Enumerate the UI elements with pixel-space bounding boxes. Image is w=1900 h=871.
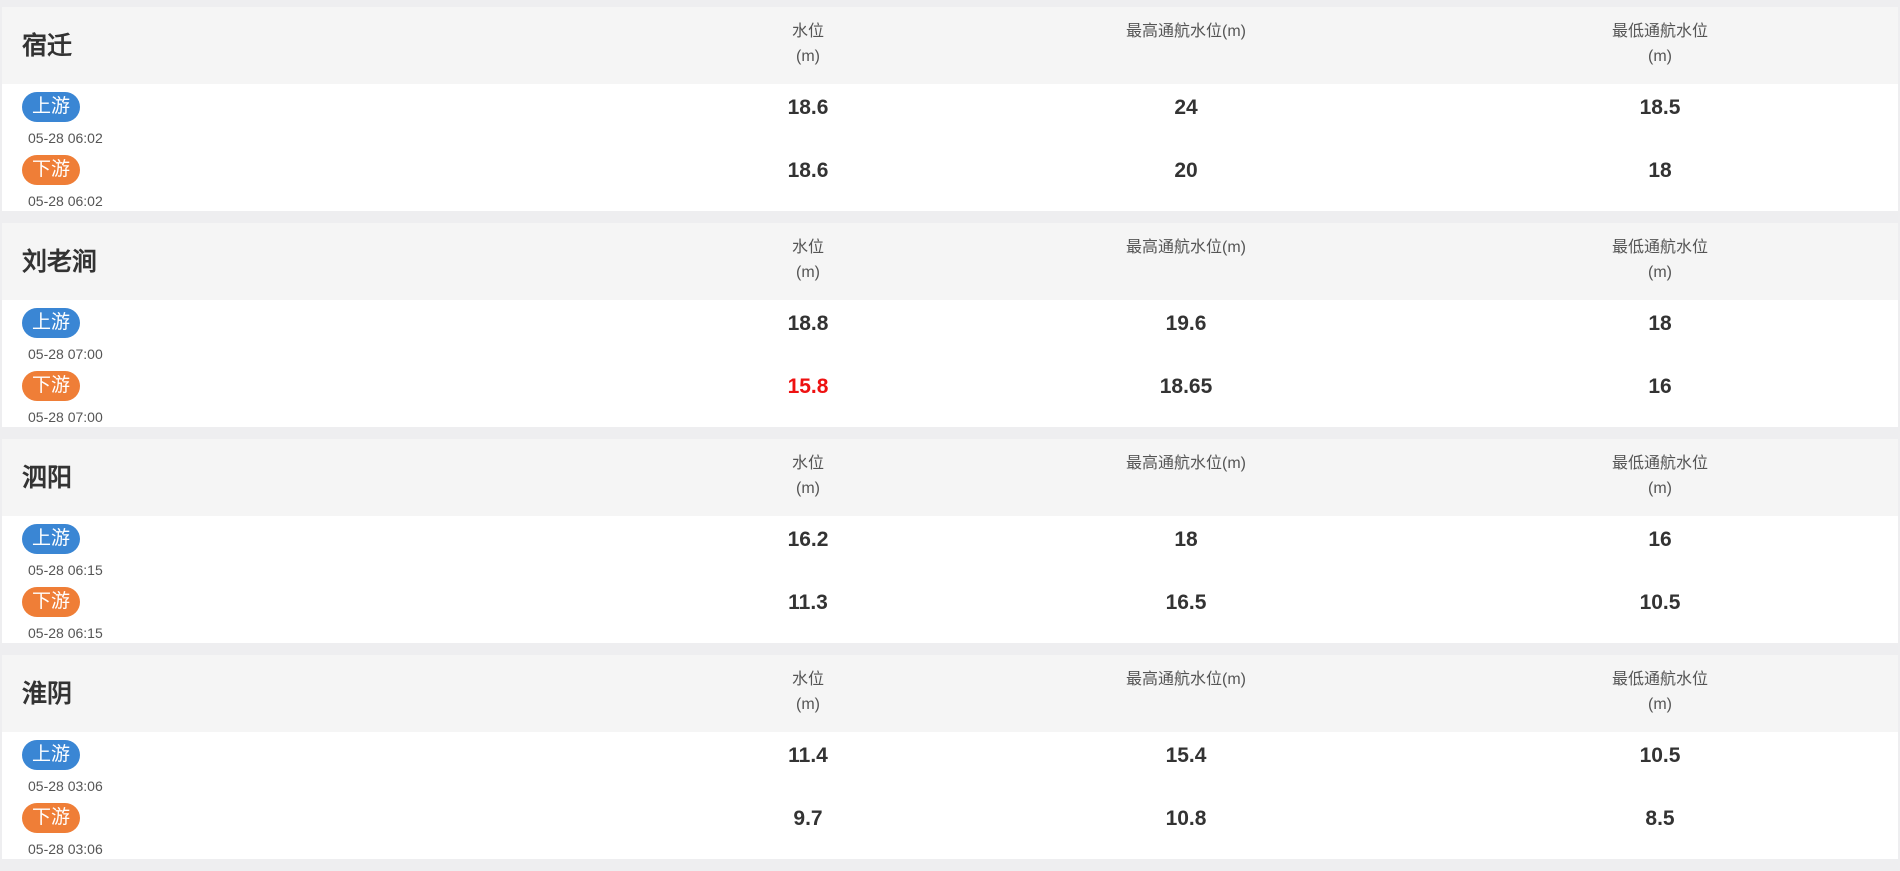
upstream-max-navigable-level: 15.4 — [1165, 744, 1207, 767]
upstream-min-navigable-level: 10.5 — [1639, 744, 1681, 767]
downstream-timestamp: 05-28 06:15 — [28, 625, 103, 641]
downstream-max-navigable-level: 18.65 — [1159, 375, 1213, 398]
upstream-timestamp: 05-28 03:06 — [28, 778, 103, 794]
upstream-water-level: 16.2 — [787, 528, 829, 551]
downstream-water-level: 15.8 — [787, 375, 829, 398]
min-navigable-header-text: 最低通航水位 — [1611, 455, 1709, 472]
downstream-row: 下游 05-28 07:00 15.8 18.65 16 — [2, 371, 1898, 431]
downstream-min-navigable-level: 18 — [1648, 159, 1672, 182]
downstream-badge: 下游 — [22, 155, 80, 185]
water-level-header-unit: (m) — [796, 264, 820, 281]
upstream-max-navigable-level: 18 — [1174, 528, 1198, 551]
downstream-row: 下游 05-28 06:02 18.6 20 18 — [2, 155, 1898, 215]
downstream-timestamp: 05-28 03:06 — [28, 841, 103, 857]
upstream-timestamp: 05-28 06:02 — [28, 130, 103, 146]
min-navigable-header-unit: (m) — [1648, 48, 1672, 65]
upstream-badge: 上游 — [22, 740, 80, 770]
station-name: 刘老涧 — [22, 248, 98, 276]
downstream-row: 下游 05-28 03:06 9.7 10.8 8.5 — [2, 803, 1898, 863]
water-level-header-text: 水位 — [791, 239, 825, 256]
water-level-column-header: 水位 (m) — [792, 667, 824, 717]
water-level-header-unit: (m) — [796, 696, 820, 713]
upstream-water-level: 11.4 — [788, 744, 828, 767]
max-navigable-level-column-header: 最高通航水位(m) — [1126, 667, 1246, 692]
station-card[interactable]: 宿迁 水位 (m) 最高通航水位(m) 最低通航水位 (m) 上游 05-28 … — [2, 7, 1898, 211]
station-header: 刘老涧 水位 (m) 最高通航水位(m) 最低通航水位 (m) — [2, 223, 1898, 300]
upstream-row: 上游 05-28 07:00 18.8 19.6 18 — [2, 308, 1898, 368]
upstream-min-navigable-level: 18.5 — [1639, 96, 1681, 119]
upstream-water-level: 18.8 — [787, 312, 829, 335]
upstream-badge: 上游 — [22, 92, 80, 122]
downstream-max-navigable-level: 16.5 — [1165, 591, 1207, 614]
min-navigable-level-column-header: 最低通航水位 (m) — [1612, 667, 1708, 717]
downstream-timestamp: 05-28 07:00 — [28, 409, 103, 425]
min-navigable-header-text: 最低通航水位 — [1611, 671, 1709, 688]
downstream-min-navigable-level: 10.5 — [1639, 591, 1681, 614]
max-navigable-level-column-header: 最高通航水位(m) — [1126, 235, 1246, 260]
station-name: 宿迁 — [22, 32, 73, 60]
station-header: 宿迁 水位 (m) 最高通航水位(m) 最低通航水位 (m) — [2, 7, 1898, 84]
water-level-header-text: 水位 — [791, 671, 825, 688]
max-navigable-header-text: 最高通航水位(m) — [1126, 23, 1246, 40]
upstream-timestamp: 05-28 07:00 — [28, 346, 103, 362]
downstream-row: 下游 05-28 06:15 11.3 16.5 10.5 — [2, 587, 1898, 647]
upstream-max-navigable-level: 24 — [1174, 96, 1198, 119]
downstream-min-navigable-level: 8.5 — [1645, 807, 1675, 830]
upstream-max-navigable-level: 19.6 — [1165, 312, 1207, 335]
water-level-header-text: 水位 — [791, 455, 825, 472]
upstream-row: 上游 05-28 03:06 11.4 15.4 10.5 — [2, 740, 1898, 800]
station-header: 淮阴 水位 (m) 最高通航水位(m) 最低通航水位 (m) — [2, 655, 1898, 732]
min-navigable-level-column-header: 最低通航水位 (m) — [1612, 451, 1708, 501]
downstream-water-level: 9.7 — [793, 807, 823, 830]
max-navigable-level-column-header: 最高通航水位(m) — [1126, 19, 1246, 44]
station-card[interactable]: 淮阴 水位 (m) 最高通航水位(m) 最低通航水位 (m) 上游 05-28 … — [2, 655, 1898, 859]
water-level-header-text: 水位 — [791, 23, 825, 40]
station-header: 泗阳 水位 (m) 最高通航水位(m) 最低通航水位 (m) — [2, 439, 1898, 516]
downstream-min-navigable-level: 16 — [1648, 375, 1672, 398]
min-navigable-header-unit: (m) — [1648, 480, 1672, 497]
upstream-min-navigable-level: 18 — [1648, 312, 1672, 335]
min-navigable-header-text: 最低通航水位 — [1611, 239, 1709, 256]
max-navigable-header-text: 最高通航水位(m) — [1126, 455, 1246, 472]
water-level-header-unit: (m) — [796, 48, 820, 65]
min-navigable-level-column-header: 最低通航水位 (m) — [1612, 235, 1708, 285]
station-card[interactable]: 泗阳 水位 (m) 最高通航水位(m) 最低通航水位 (m) 上游 05-28 … — [2, 439, 1898, 643]
downstream-max-navigable-level: 20 — [1174, 159, 1198, 182]
max-navigable-header-text: 最高通航水位(m) — [1126, 239, 1246, 256]
upstream-timestamp: 05-28 06:15 — [28, 562, 103, 578]
station-card[interactable]: 刘老涧 水位 (m) 最高通航水位(m) 最低通航水位 (m) 上游 05-28… — [2, 223, 1898, 427]
downstream-water-level: 11.3 — [788, 591, 828, 614]
downstream-max-navigable-level: 10.8 — [1165, 807, 1207, 830]
min-navigable-header-unit: (m) — [1648, 264, 1672, 281]
upstream-row: 上游 05-28 06:15 16.2 18 16 — [2, 524, 1898, 584]
water-level-column-header: 水位 (m) — [792, 235, 824, 285]
downstream-timestamp: 05-28 06:02 — [28, 193, 103, 209]
min-navigable-level-column-header: 最低通航水位 (m) — [1612, 19, 1708, 69]
min-navigable-header-unit: (m) — [1648, 696, 1672, 713]
upstream-badge: 上游 — [22, 524, 80, 554]
downstream-badge: 下游 — [22, 371, 80, 401]
min-navigable-header-text: 最低通航水位 — [1611, 23, 1709, 40]
downstream-water-level: 18.6 — [787, 159, 829, 182]
upstream-min-navigable-level: 16 — [1648, 528, 1672, 551]
upstream-water-level: 18.6 — [787, 96, 829, 119]
station-name: 淮阴 — [22, 680, 73, 708]
max-navigable-level-column-header: 最高通航水位(m) — [1126, 451, 1246, 476]
upstream-row: 上游 05-28 06:02 18.6 24 18.5 — [2, 92, 1898, 152]
water-level-column-header: 水位 (m) — [792, 451, 824, 501]
station-list: 宿迁 水位 (m) 最高通航水位(m) 最低通航水位 (m) 上游 05-28 … — [2, 7, 1898, 871]
downstream-badge: 下游 — [22, 803, 80, 833]
water-level-header-unit: (m) — [796, 480, 820, 497]
downstream-badge: 下游 — [22, 587, 80, 617]
water-level-column-header: 水位 (m) — [792, 19, 824, 69]
station-name: 泗阳 — [22, 464, 73, 492]
max-navigable-header-text: 最高通航水位(m) — [1126, 671, 1246, 688]
upstream-badge: 上游 — [22, 308, 80, 338]
